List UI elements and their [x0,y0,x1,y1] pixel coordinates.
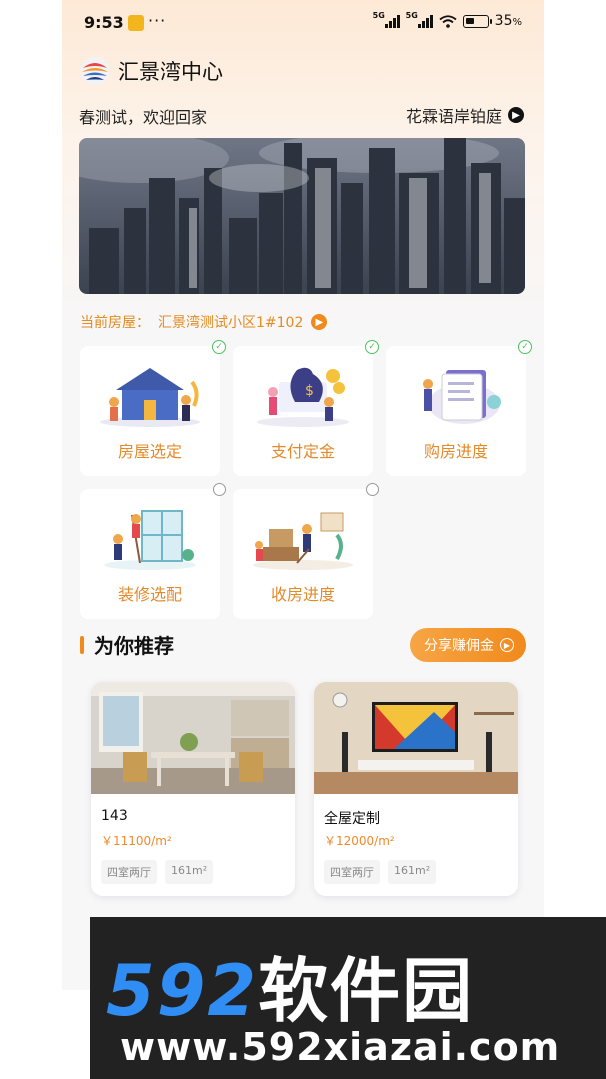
house-name: 全屋定制 [324,811,380,827]
signal-icon-2: 5G [406,11,433,28]
feature-label: 收房进度 [270,585,335,604]
feature-card-handover-progress[interactable]: 收房进度 [233,483,379,619]
feature-label: 支付定金 [270,442,335,461]
svg-text:$: $ [305,383,314,399]
signal-icon: 5G [373,11,400,28]
money-bag-illustration-icon: $ [257,367,349,427]
feature-card-pay-deposit[interactable]: $ 支付定金 ✓ [233,340,379,476]
feature-card-decoration[interactable]: 装修选配 [80,483,226,619]
feature-card-house-select[interactable]: 房屋选定 ✓ [80,340,226,476]
house-layout-tag: 四室两厅 [101,860,157,884]
share-earn-commission-button[interactable]: 分享赚佣金 ▶ [410,628,526,662]
wifi-icon [439,14,457,28]
project-name: 花霖语岸铂庭 [405,107,502,126]
chevron-right-icon: ▶ [508,107,524,123]
watermark-logo: 592软件园 [106,950,475,1032]
app-title: 汇景湾中心 [118,60,223,84]
section-accent-bar [80,636,84,654]
house-name: 143 [101,808,128,824]
house-area-tag: 161m² [165,860,214,884]
notification-icon [128,15,144,31]
house-photo-dining-room [91,682,295,794]
more-notifications-icon: ··· [148,11,167,30]
completed-check-icon: ✓ [518,340,532,354]
watermark-url: www.592xiazai.com [120,1025,561,1069]
document-illustration-icon [423,370,501,424]
current-house-row[interactable]: 当前房屋： 汇景湾测试小区1#102 ▶ [80,312,328,332]
project-switcher[interactable]: 花霖语岸铂庭 ▶ [406,103,524,127]
moving-in-illustration-icon [253,512,353,570]
watermark-banner: 592软件园 www.592xiazai.com [90,917,606,1079]
house-price: ￥11100/m² [101,834,172,848]
status-bar: 9:53 ··· 5G 5G 35% [62,0,544,44]
feature-label: 购房进度 [423,442,488,461]
battery-level: 35% [494,13,522,29]
app-screen: 9:53 ··· 5G 5G 35% 汇景湾中心 春测试，欢迎回家 花霖语岸铂庭… [62,0,544,990]
share-button-label: 分享赚佣金 [424,638,494,654]
pending-circle-icon [366,483,379,496]
chevron-right-icon: ▶ [500,638,514,652]
feature-label: 装修选配 [117,585,182,604]
current-house-value: 汇景湾测试小区1#102 [158,315,304,331]
completed-check-icon: ✓ [212,340,226,354]
decoration-illustration-icon [104,510,196,570]
city-banner-image[interactable] [79,138,525,294]
welcome-text: 春测试，欢迎回家 [79,108,208,127]
app-logo-icon [81,57,109,85]
chevron-right-icon: ▶ [311,314,328,330]
house-photo-living-room [314,682,518,794]
house-area-tag: 161m² [388,860,437,884]
current-house-label: 当前房屋： [80,315,150,331]
house-illustration-icon [100,368,200,427]
feature-label: 房屋选定 [117,442,182,461]
house-card[interactable]: 全屋定制 ￥12000/m² 四室两厅 161m² [314,682,518,896]
feature-card-purchase-progress[interactable]: 购房进度 ✓ [386,340,532,476]
recommend-title: 为你推荐 [94,634,174,658]
battery-icon [462,14,492,28]
house-price: ￥12000/m² [324,834,395,848]
completed-check-icon: ✓ [365,340,379,354]
app-brand: 汇景湾中心 [80,56,223,86]
pending-circle-icon [213,483,226,496]
status-time: 9:53 [84,13,124,32]
house-layout-tag: 四室两厅 [324,860,380,884]
house-card[interactable]: 143 ￥11100/m² 四室两厅 161m² [91,682,295,896]
